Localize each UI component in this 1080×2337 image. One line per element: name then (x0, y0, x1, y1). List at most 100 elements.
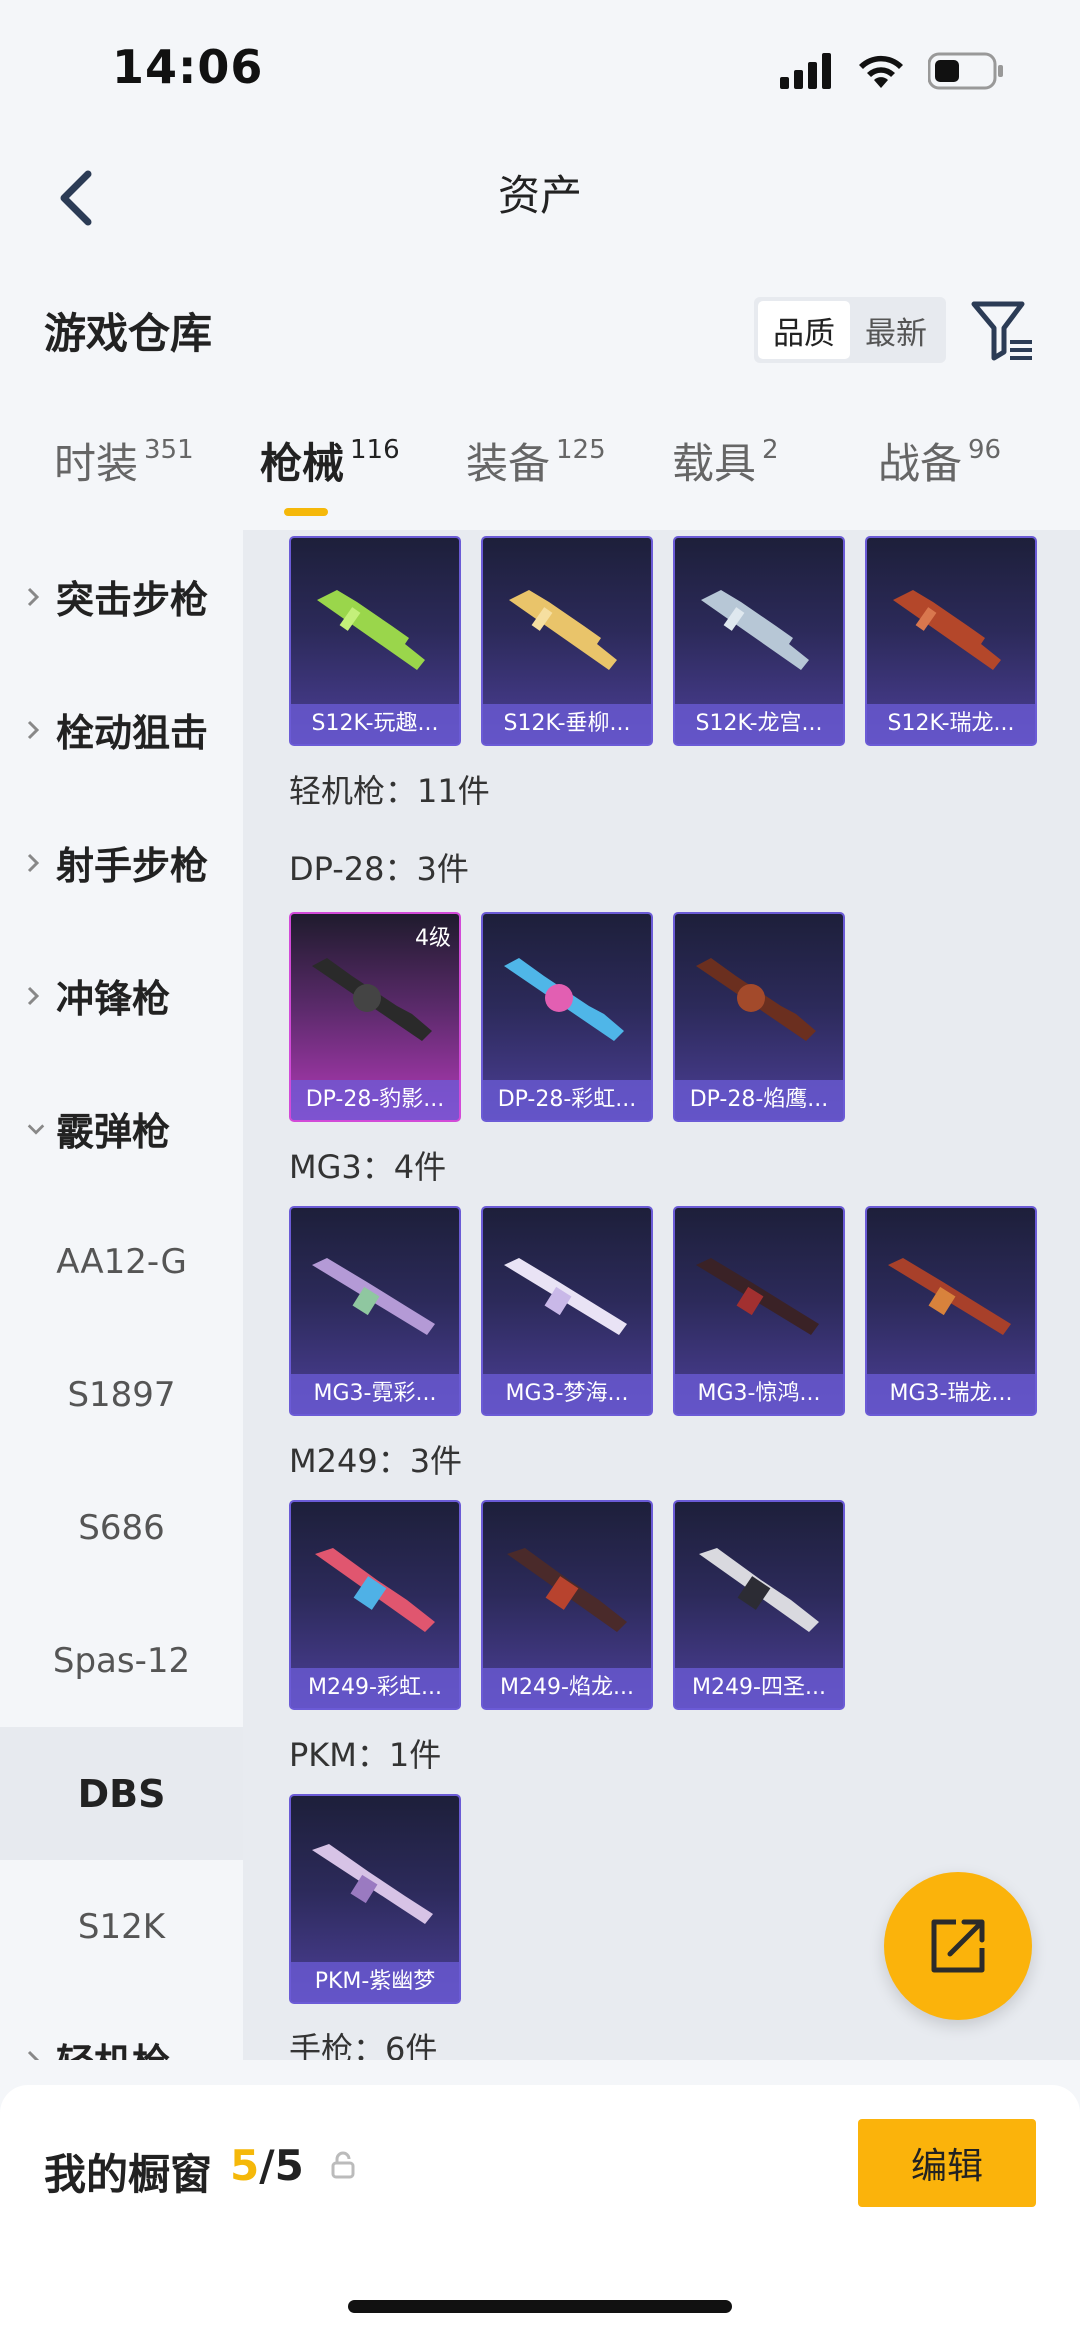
weapon-card[interactable]: S12K-垂柳... (481, 536, 653, 746)
section-pistol-count: 手枪：6件 (289, 2030, 438, 2060)
lmg-icon (507, 1548, 627, 1632)
weapon-card[interactable]: S12K-瑞龙... (865, 536, 1037, 746)
chevron-right-icon (26, 719, 46, 741)
category-label: 霰弹枪 (56, 1110, 171, 1154)
weapon-name: DP-28-彩虹... (483, 1080, 651, 1120)
section-lmg-count: 轻机枪：11件 (289, 772, 490, 810)
home-indicator (348, 2300, 732, 2313)
lmg-icon (504, 1258, 627, 1335)
battery-icon (928, 52, 1003, 90)
weapon-card[interactable]: DP-28-彩虹... (481, 912, 653, 1122)
chevron-down-icon (26, 1122, 46, 1136)
category-label: 冲锋枪 (56, 977, 171, 1021)
weapon-name: S12K-垂柳... (483, 704, 651, 744)
weapon-name: DP-28-焰鹰... (675, 1080, 843, 1120)
weapon-card[interactable]: MG3-瑞龙... (865, 1206, 1037, 1416)
rifle-icon (893, 590, 1001, 670)
section-mg3-count: MG3：4件 (289, 1148, 447, 1186)
rifle-icon (701, 590, 809, 670)
showcase-count: 5/5 (230, 2141, 304, 2190)
lmg-icon (315, 1548, 435, 1632)
subcategory-dbs[interactable]: DBS (0, 1727, 243, 1860)
share-button[interactable] (884, 1872, 1032, 2020)
filter-button[interactable] (968, 296, 1038, 366)
sort-toggle: 品质 最新 (754, 297, 946, 363)
rifle-icon (317, 590, 425, 670)
weapon-name: MG3-瑞龙... (867, 1374, 1035, 1414)
tab-label: 战备 (878, 439, 963, 488)
tab-firearms[interactable]: 枪械 116 (260, 430, 400, 491)
lock-icon (330, 2151, 356, 2183)
category-sidebar: 突击步枪 栓动狙击 射手步枪 冲锋枪 霰弹枪 AA12-G S1897 S686… (0, 530, 243, 2060)
weapon-name: M249-四圣... (675, 1668, 843, 1708)
weapon-card[interactable]: S12K-玩趣... (289, 536, 461, 746)
weapon-card[interactable]: PKM-紫幽梦 (289, 1794, 461, 2004)
category-assault-rifle[interactable]: 突击步枪 (0, 530, 243, 663)
weapon-card[interactable]: M249-四圣... (673, 1500, 845, 1710)
weapon-card[interactable]: DP-28-焰鹰... (673, 912, 845, 1122)
lmg-icon (696, 1258, 819, 1335)
section-m249-count: M249：3件 (289, 1442, 463, 1480)
weapon-card[interactable]: MG3-梦海... (481, 1206, 653, 1416)
category-shotgun[interactable]: 霰弹枪 (0, 1062, 243, 1195)
weapon-name: S12K-玩趣... (291, 704, 459, 744)
chevron-right-icon (26, 985, 46, 1007)
chevron-right-icon (26, 586, 46, 608)
weapon-name: MG3-霓彩... (291, 1374, 459, 1414)
tab-vehicles[interactable]: 载具 2 (672, 430, 779, 491)
lmg-icon (312, 958, 432, 1041)
weapon-card[interactable]: S12K-龙宫... (673, 536, 845, 746)
status-bar: 14:06 (0, 0, 1080, 140)
section-dp28-count: DP-28：3件 (289, 850, 469, 888)
tab-count: 2 (762, 435, 779, 465)
tab-fashion[interactable]: 时装 351 (54, 430, 194, 491)
subcategory-spas12[interactable]: Spas-12 (0, 1594, 243, 1727)
weapon-name: M249-焰龙... (483, 1668, 651, 1708)
category-lmg[interactable]: 轻机枪 (0, 1993, 243, 2060)
sort-quality-button[interactable]: 品质 (758, 301, 850, 359)
chevron-right-icon (26, 2049, 46, 2060)
weapon-name: DP-28-豹影... (291, 1080, 459, 1120)
lmg-icon (504, 958, 624, 1041)
nav-bar: 资产 (0, 140, 1080, 250)
category-label: 射手步枪 (56, 844, 209, 888)
showcase-total: /5 (259, 2141, 304, 2190)
subcategory-s1897[interactable]: S1897 (0, 1328, 243, 1461)
category-marksman-rifle[interactable]: 射手步枪 (0, 796, 243, 929)
subcategory-s12k[interactable]: S12K (0, 1860, 243, 1993)
showcase-current: 5 (230, 2141, 260, 2190)
showcase-label: 我的橱窗 (44, 2150, 213, 2199)
filter-icon (971, 301, 1032, 361)
tab-count: 96 (968, 435, 1002, 465)
edit-button[interactable]: 编辑 (858, 2119, 1036, 2207)
category-smg[interactable]: 冲锋枪 (0, 929, 243, 1062)
subcategory-aa12g[interactable]: AA12-G (0, 1195, 243, 1328)
warehouse-title: 游戏仓库 (44, 309, 213, 358)
category-label: 轻机枪 (56, 2032, 170, 2060)
weapon-card[interactable]: 4级 DP-28-豹影... (289, 912, 461, 1122)
weapon-name: PKM-紫幽梦 (291, 1962, 459, 2002)
wifi-icon (859, 55, 903, 88)
weapon-name: M249-彩虹... (291, 1668, 459, 1708)
weapon-card[interactable]: M249-彩虹... (289, 1500, 461, 1710)
status-icons (780, 48, 1004, 94)
sort-latest-button[interactable]: 最新 (850, 301, 942, 359)
tab-equipment[interactable]: 装备 125 (466, 430, 606, 491)
weapon-name: MG3-惊鸿... (675, 1374, 843, 1414)
tab-count: 351 (144, 435, 194, 465)
chevron-right-icon (26, 852, 46, 874)
tab-label: 装备 (466, 439, 551, 488)
weapon-card[interactable]: MG3-惊鸿... (673, 1206, 845, 1416)
tab-label: 载具 (672, 439, 757, 488)
tab-battle-gear[interactable]: 战备 96 (878, 430, 1001, 491)
status-time: 14:06 (112, 40, 264, 94)
category-bolt-sniper[interactable]: 栓动狙击 (0, 663, 243, 796)
tab-active-indicator (284, 508, 328, 516)
weapon-card[interactable]: M249-焰龙... (481, 1500, 653, 1710)
section-pkm-count: PKM：1件 (289, 1736, 442, 1774)
subcategory-s686[interactable]: S686 (0, 1461, 243, 1594)
weapon-card[interactable]: MG3-霓彩... (289, 1206, 461, 1416)
lmg-icon (699, 1548, 819, 1632)
category-tabs: 时装 351 枪械 116 装备 125 载具 2 战备 96 (0, 430, 1080, 530)
weapon-name: S12K-瑞龙... (867, 704, 1035, 744)
